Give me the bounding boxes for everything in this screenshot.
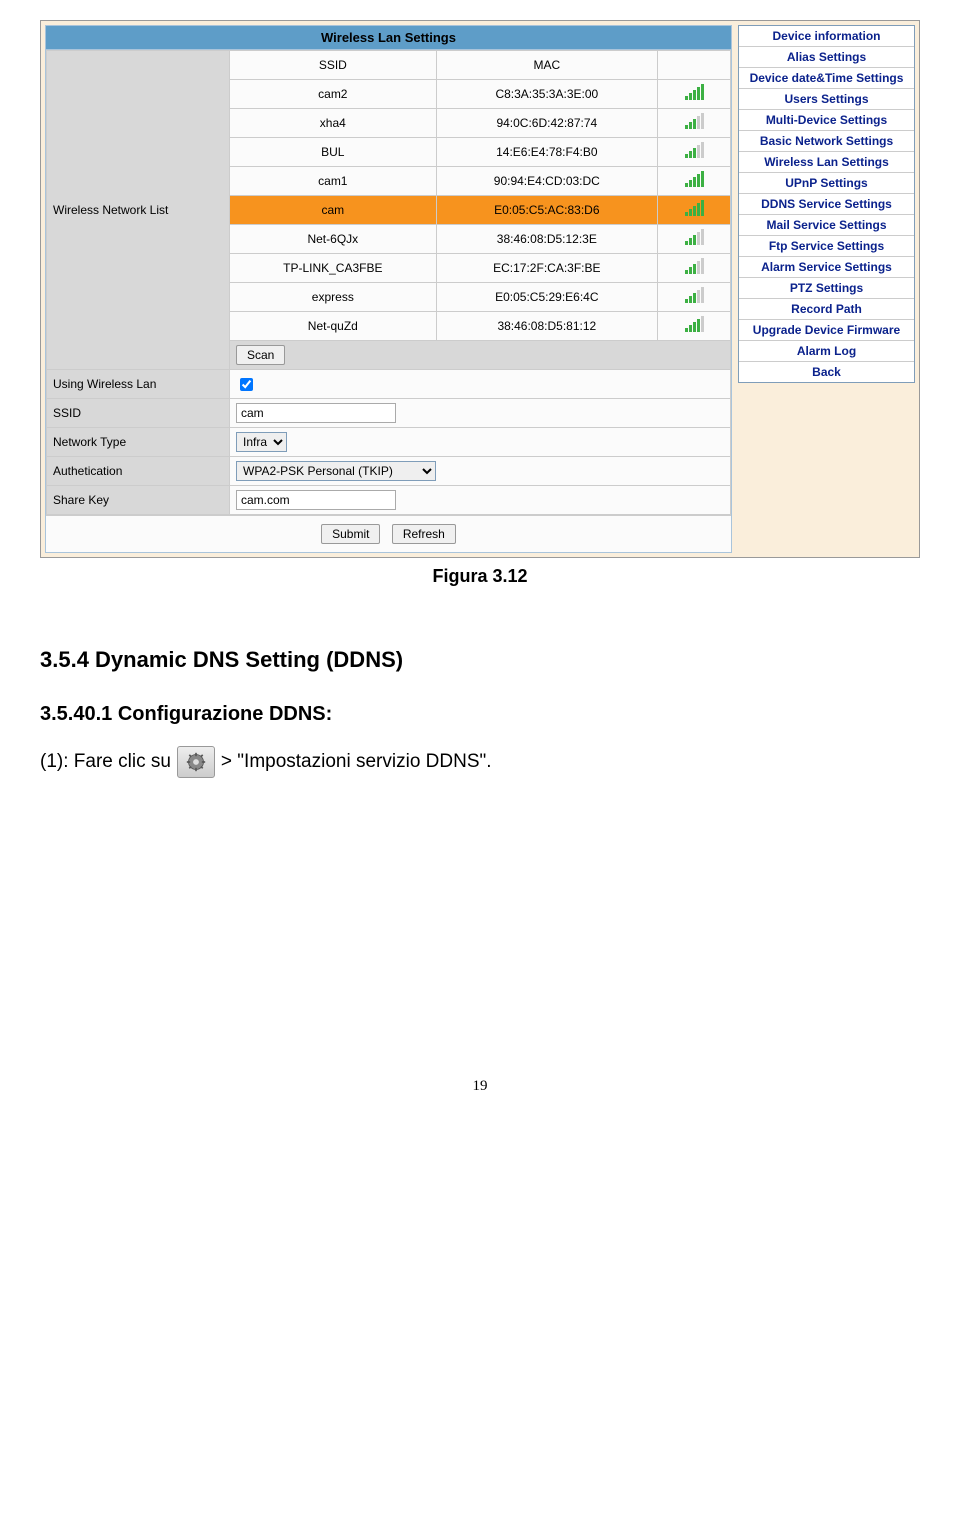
sidebar-item[interactable]: Mail Service Settings xyxy=(739,215,914,236)
cell-signal xyxy=(658,196,731,225)
cell-signal xyxy=(658,312,731,341)
network-list-label: Wireless Network List xyxy=(47,51,230,370)
cell-mac: 94:0C:6D:42:87:74 xyxy=(436,109,657,138)
signal-bars-icon xyxy=(685,86,704,100)
cell-ssid: cam1 xyxy=(230,167,437,196)
sidebar-item[interactable]: Upgrade Device Firmware xyxy=(739,320,914,341)
authentication-select[interactable]: WPA2-PSK Personal (TKIP) xyxy=(236,461,436,481)
network-table: Wireless Network ListSSIDMACcam2C8:3A:35… xyxy=(46,50,731,515)
network-type-label: Network Type xyxy=(47,428,230,457)
sidebar-item[interactable]: Device date&Time Settings xyxy=(739,68,914,89)
step-text: (1): Fare clic su > "Impostazioni serviz… xyxy=(40,746,920,778)
signal-bars-icon xyxy=(685,144,704,158)
sidebar-item[interactable]: Device information xyxy=(739,26,914,47)
figure-caption: Figura 3.12 xyxy=(40,566,920,587)
cell-mac: E0:05:C5:29:E6:4C xyxy=(436,283,657,312)
sidebar-item[interactable]: DDNS Service Settings xyxy=(739,194,914,215)
wireless-settings-panel: Wireless Lan Settings Wireless Network L… xyxy=(45,25,732,553)
sidebar-item[interactable]: Users Settings xyxy=(739,89,914,110)
sidebar-item[interactable]: Alarm Log xyxy=(739,341,914,362)
sidebar-item[interactable]: Alarm Service Settings xyxy=(739,257,914,278)
cell-signal xyxy=(658,225,731,254)
cell-ssid: cam2 xyxy=(230,80,437,109)
sidebar-item[interactable]: Alias Settings xyxy=(739,47,914,68)
cell-ssid: express xyxy=(230,283,437,312)
signal-bars-icon xyxy=(685,231,704,245)
col-mac: MAC xyxy=(436,51,657,80)
step-text-pre: (1): Fare clic su xyxy=(40,747,171,777)
cell-ssid: xha4 xyxy=(230,109,437,138)
sidebar-item[interactable]: Multi-Device Settings xyxy=(739,110,914,131)
sidebar-nav: Device informationAlias SettingsDevice d… xyxy=(738,25,915,383)
authentication-label: Authetication xyxy=(47,457,230,486)
using-wireless-checkbox[interactable] xyxy=(240,378,253,391)
cell-signal xyxy=(658,283,731,312)
share-key-label: Share Key xyxy=(47,486,230,515)
cell-ssid: cam xyxy=(230,196,437,225)
signal-bars-icon xyxy=(685,202,704,216)
signal-bars-icon xyxy=(685,260,704,274)
cell-signal xyxy=(658,80,731,109)
sidebar-item[interactable]: Wireless Lan Settings xyxy=(739,152,914,173)
sidebar-item[interactable]: UPnP Settings xyxy=(739,173,914,194)
col-ssid: SSID xyxy=(230,51,437,80)
cell-signal xyxy=(658,138,731,167)
cell-mac: 14:E6:E4:78:F4:B0 xyxy=(436,138,657,167)
cell-mac: E0:05:C5:AC:83:D6 xyxy=(436,196,657,225)
signal-bars-icon xyxy=(685,173,704,187)
gear-icon xyxy=(177,746,215,778)
signal-bars-icon xyxy=(685,289,704,303)
cell-signal xyxy=(658,254,731,283)
cell-mac: 38:46:08:D5:81:12 xyxy=(436,312,657,341)
section-heading: 3.5.4 Dynamic DNS Setting (DDNS) xyxy=(40,647,920,673)
signal-bars-icon xyxy=(685,318,704,332)
col-signal xyxy=(658,51,731,80)
page-number: 19 xyxy=(40,1078,920,1095)
sidebar-item[interactable]: Ftp Service Settings xyxy=(739,236,914,257)
submit-row: Submit Refresh xyxy=(46,515,731,552)
using-wireless-label: Using Wireless Lan xyxy=(47,370,230,399)
cell-ssid: Net-quZd xyxy=(230,312,437,341)
subsection-heading: 3.5.40.1 Configurazione DDNS: xyxy=(40,703,920,726)
refresh-button[interactable]: Refresh xyxy=(392,524,456,544)
cell-ssid: Net-6QJx xyxy=(230,225,437,254)
signal-bars-icon xyxy=(685,115,704,129)
panel-title: Wireless Lan Settings xyxy=(46,26,731,50)
cell-ssid: TP-LINK_CA3FBE xyxy=(230,254,437,283)
share-key-input[interactable] xyxy=(236,490,396,510)
cell-mac: C8:3A:35:3A:3E:00 xyxy=(436,80,657,109)
cell-ssid: BUL xyxy=(230,138,437,167)
ssid-label: SSID xyxy=(47,399,230,428)
sidebar-item[interactable]: PTZ Settings xyxy=(739,278,914,299)
submit-button[interactable]: Submit xyxy=(321,524,380,544)
cell-mac: EC:17:2F:CA:3F:BE xyxy=(436,254,657,283)
ssid-input[interactable] xyxy=(236,403,396,423)
sidebar-item[interactable]: Back xyxy=(739,362,914,382)
network-type-select[interactable]: Infra xyxy=(236,432,287,452)
cell-mac: 90:94:E4:CD:03:DC xyxy=(436,167,657,196)
cell-mac: 38:46:08:D5:12:3E xyxy=(436,225,657,254)
cell-signal xyxy=(658,109,731,138)
scan-button[interactable]: Scan xyxy=(236,345,285,365)
step-text-post: > "Impostazioni servizio DDNS". xyxy=(221,747,492,777)
screenshot-container: Wireless Lan Settings Wireless Network L… xyxy=(40,20,920,558)
sidebar-item[interactable]: Basic Network Settings xyxy=(739,131,914,152)
cell-signal xyxy=(658,167,731,196)
sidebar-item[interactable]: Record Path xyxy=(739,299,914,320)
